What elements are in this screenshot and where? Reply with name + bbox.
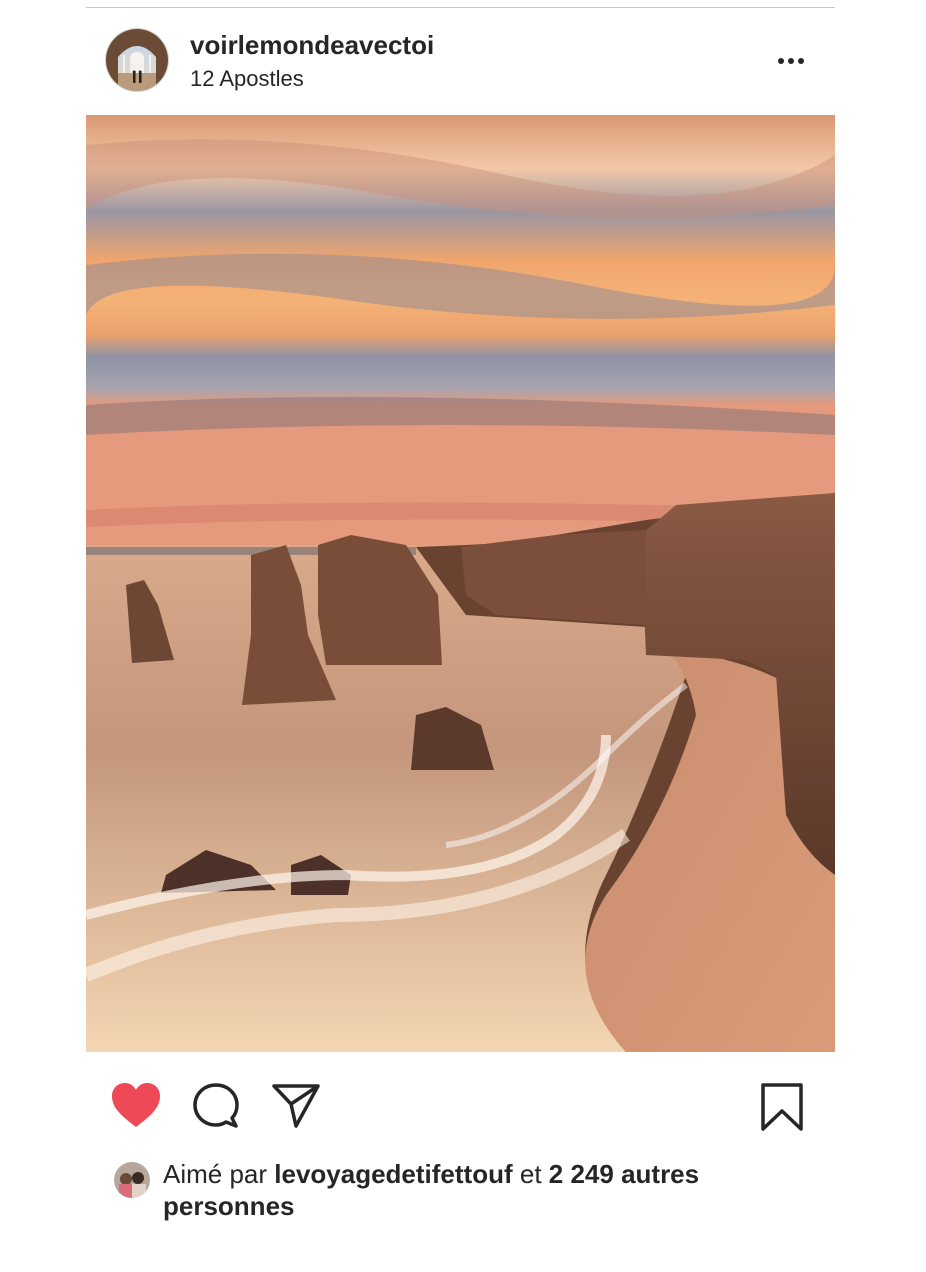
- comment-icon[interactable]: [192, 1081, 240, 1134]
- likes-summary: Aimé par levoyagedetifettouf et 2 249 au…: [163, 1158, 803, 1222]
- likes-joiner: et: [512, 1159, 549, 1189]
- liker-username[interactable]: levoyagedetifettouf: [274, 1159, 512, 1189]
- top-divider: [86, 7, 835, 8]
- likes-prefix: Aimé par: [163, 1159, 275, 1189]
- post-action-bar: [0, 1075, 926, 1135]
- paper-plane-icon[interactable]: [272, 1083, 320, 1134]
- avatar-image: [106, 29, 168, 91]
- post-username[interactable]: voirlemondeavectoi: [190, 30, 434, 61]
- heart-icon[interactable]: [110, 1081, 162, 1134]
- profile-avatar[interactable]: [106, 29, 168, 91]
- more-options-icon[interactable]: [772, 46, 810, 76]
- bookmark-icon[interactable]: [760, 1083, 804, 1136]
- post-location[interactable]: 12 Apostles: [190, 66, 304, 92]
- liker-avatar[interactable]: [114, 1162, 150, 1198]
- post-photo[interactable]: [86, 115, 835, 1052]
- landscape-image: [86, 115, 835, 1052]
